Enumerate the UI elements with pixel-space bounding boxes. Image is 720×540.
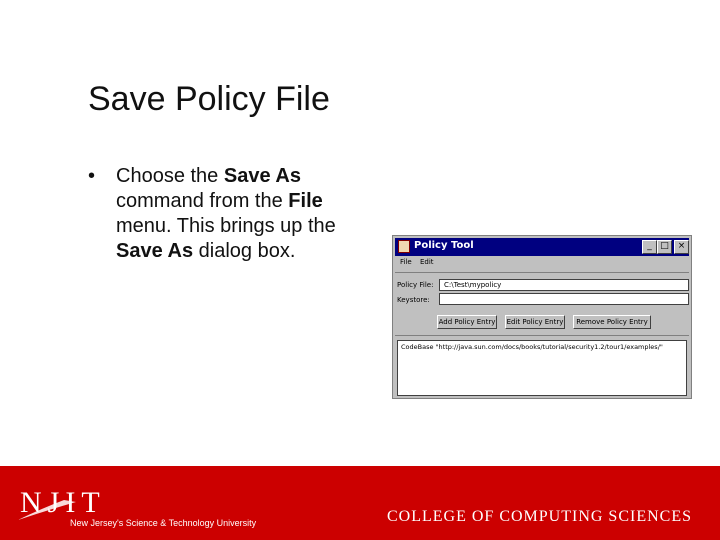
maximize-button[interactable]: □	[657, 240, 672, 254]
menu-edit[interactable]: Edit	[420, 258, 434, 266]
bullet-text: Choose the Save As command from the File…	[116, 164, 378, 264]
close-button[interactable]: ×	[674, 240, 689, 254]
policy-file-field[interactable]: C:\Test\mypolicy	[439, 279, 689, 291]
keystore-field[interactable]	[439, 293, 689, 305]
java-app-icon	[398, 240, 410, 253]
window-titlebar[interactable]: Policy Tool _ □ ×	[395, 238, 689, 256]
slide-title: Save Policy File	[88, 80, 330, 118]
bullet-text-part: command from the	[116, 190, 289, 212]
edit-policy-entry-button[interactable]: Edit Policy Entry	[505, 315, 565, 329]
window-title: Policy Tool	[414, 240, 474, 251]
minimize-button[interactable]: _	[642, 240, 657, 254]
college-name: COLLEGE OF COMPUTING SCIENCES	[386, 508, 692, 525]
menu-bar: File Edit	[395, 257, 689, 271]
footer-banner: NJIT New Jersey's Science & Technology U…	[0, 466, 720, 540]
policy-entry-list[interactable]: CodeBase "http://java.sun.com/docs/books…	[397, 340, 687, 396]
bullet-text-part: dialog box.	[193, 240, 296, 262]
bullet-text-bold: File	[288, 190, 323, 212]
list-item[interactable]: CodeBase "http://java.sun.com/docs/books…	[401, 343, 683, 352]
policy-tool-window: Policy Tool _ □ × File Edit Policy File:…	[392, 235, 692, 399]
keystore-label: Keystore:	[397, 296, 430, 304]
menu-file[interactable]: File	[400, 258, 412, 266]
bullet-text-bold: Save As	[116, 240, 194, 262]
add-policy-entry-button[interactable]: Add Policy Entry	[437, 315, 497, 329]
logo-text: NJIT	[20, 486, 106, 519]
menu-separator	[395, 272, 689, 273]
policy-file-label: Policy File:	[397, 281, 434, 289]
footer-tagline: New Jersey's Science & Technology Univer…	[70, 518, 257, 528]
bullet-text-bold: Save As	[223, 165, 301, 187]
bullet-text-part: menu. This brings up the	[116, 215, 336, 237]
remove-policy-entry-button[interactable]: Remove Policy Entry	[573, 315, 651, 329]
bullet-dot: •	[88, 165, 96, 187]
bullet-text-part: Choose the	[116, 165, 224, 187]
content-separator	[395, 335, 689, 336]
